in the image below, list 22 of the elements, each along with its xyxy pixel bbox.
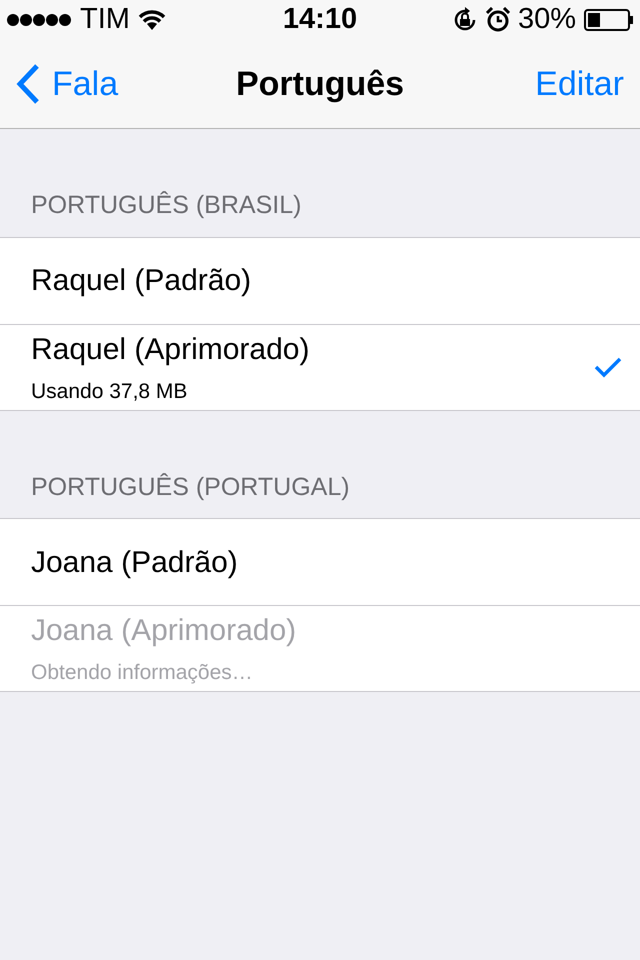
battery-percent: 30% (518, 2, 576, 38)
voice-name: Raquel (Padrão) (31, 263, 252, 299)
battery-icon (584, 9, 634, 31)
voice-name: Joana (Aprimorado) (31, 613, 298, 650)
back-button[interactable]: Fala (16, 58, 118, 110)
clock-time: 14:10 (282, 2, 358, 38)
voice-row[interactable]: Raquel (Aprimorado) Usando 37,8 MB (0, 324, 640, 410)
voice-row[interactable]: Joana (Padrão) (0, 519, 640, 605)
section-header: PORTUGUÊS (PORTUGAL) (31, 472, 350, 500)
voice-row[interactable]: Raquel (Padrão) (0, 238, 640, 324)
voice-status: Usando 37,8 MB (31, 378, 188, 405)
carrier-name: TIM (80, 2, 130, 38)
chevron-left-icon (16, 63, 40, 105)
alarm-clock-icon (486, 7, 510, 33)
voice-name: Joana (Padrão) (31, 544, 239, 580)
page-title: Português (236, 64, 404, 104)
voice-name: Raquel (Aprimorado) (31, 332, 310, 368)
voice-status: Obtendo informações… (31, 660, 254, 686)
edit-button[interactable]: Editar (535, 58, 624, 110)
section-header: PORTUGUÊS (BRASIL) (31, 191, 302, 219)
signal-icon (6, 13, 72, 27)
wifi-icon (138, 9, 166, 31)
